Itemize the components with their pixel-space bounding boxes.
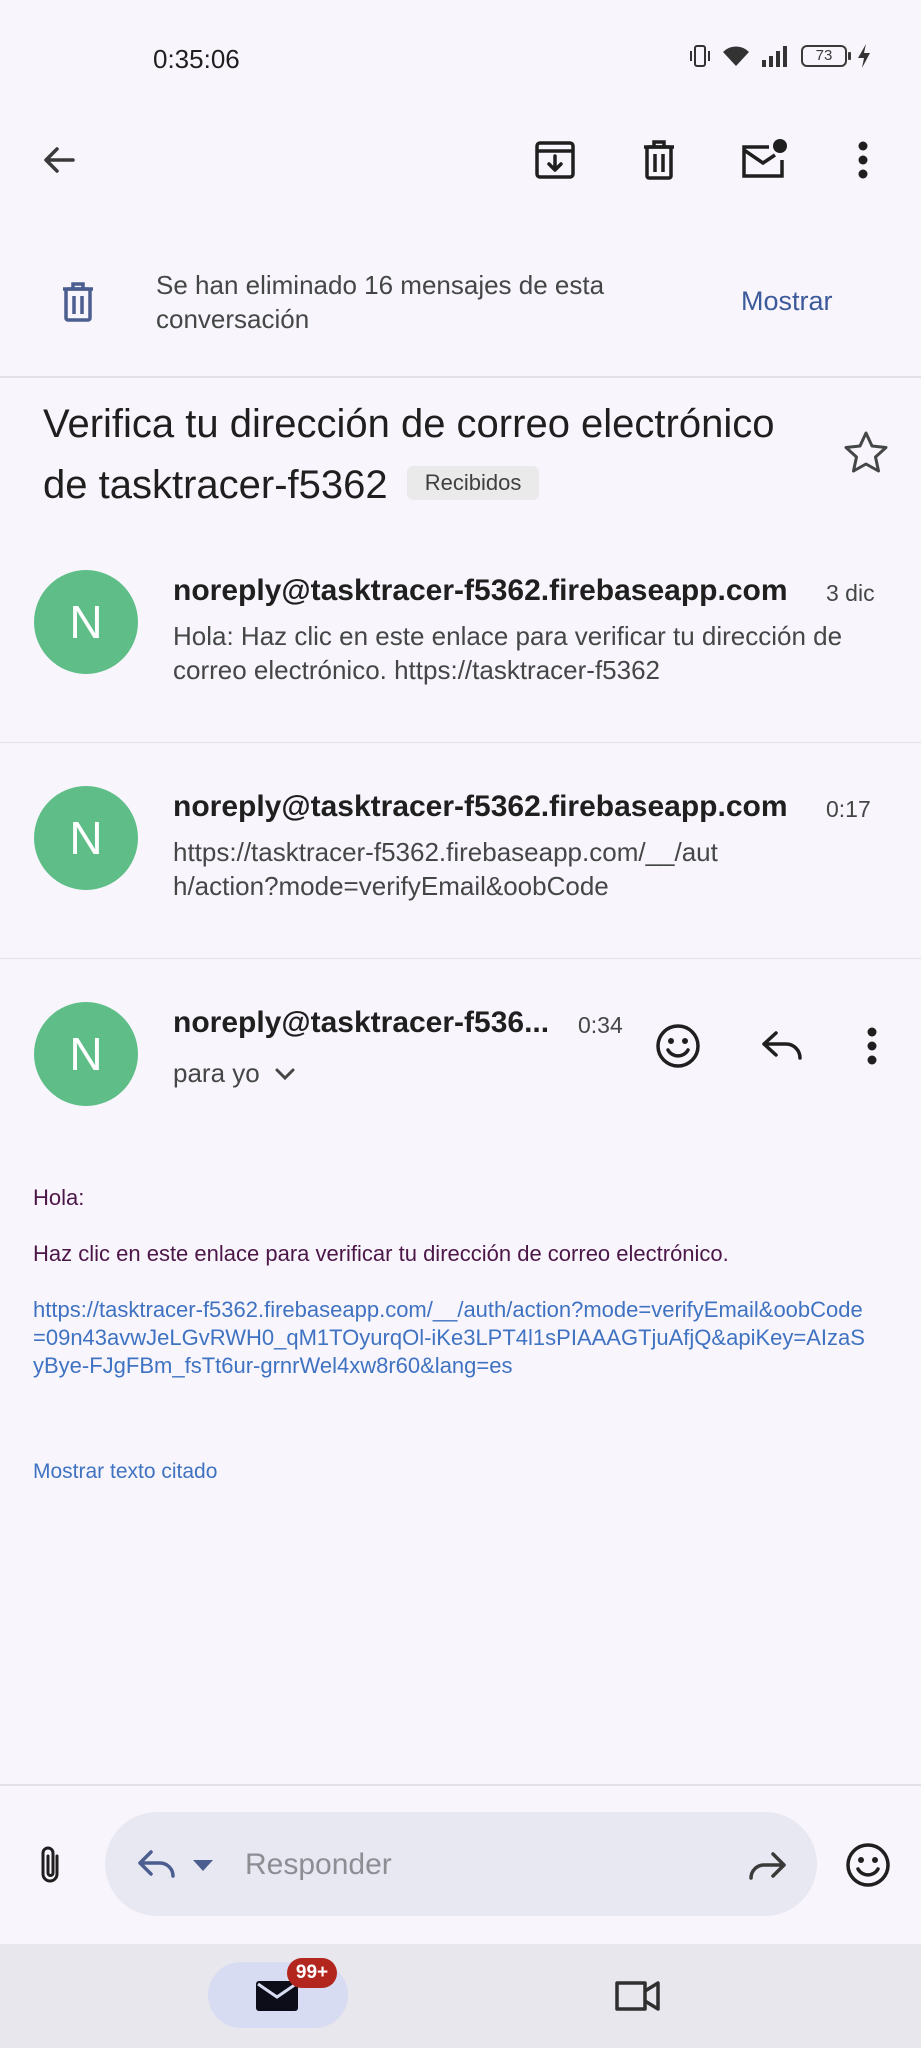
reply-icon xyxy=(138,1850,175,1878)
deleted-messages-notice: Se han eliminado 16 mensajes de esta con… xyxy=(156,270,605,334)
message-snippet: Hola: Haz clic en este enlace para verif… xyxy=(173,621,843,685)
divider xyxy=(0,958,921,959)
sender-name: noreply@tasktracer-f5362.firebaseapp.com xyxy=(173,790,788,823)
verification-link[interactable]: https://tasktracer-f5362.firebaseapp.com… xyxy=(33,1296,873,1380)
delete-button[interactable] xyxy=(629,130,689,190)
trash-icon xyxy=(644,140,674,180)
signal-icon xyxy=(762,46,787,67)
reply-emoji-button[interactable] xyxy=(845,1842,891,1888)
status-time: 0:35:06 xyxy=(153,44,240,74)
battery-indicator: 73 xyxy=(801,45,851,67)
sender-avatar: N xyxy=(34,570,138,674)
more-options-button[interactable] xyxy=(833,130,893,190)
message-more-button[interactable] xyxy=(842,1016,902,1076)
chevron-down-icon xyxy=(275,1068,295,1080)
bottom-navigation xyxy=(0,1944,921,2048)
body-greeting: Hola: xyxy=(33,1185,85,1210)
attach-button[interactable] xyxy=(36,1844,66,1886)
inbox-label-chip[interactable]: Recibidos xyxy=(406,466,540,501)
mark-unread-button[interactable] xyxy=(734,130,794,190)
divider xyxy=(0,742,921,743)
vibrate-icon xyxy=(690,45,710,67)
divider xyxy=(0,1784,921,1786)
video-camera-icon xyxy=(615,1981,660,2011)
archive-icon xyxy=(535,141,575,179)
sender-name: noreply@tasktracer-f536... xyxy=(173,1006,550,1039)
sender-avatar: N xyxy=(34,1002,138,1106)
reply-button[interactable] xyxy=(752,1016,812,1076)
emoji-icon xyxy=(846,1843,890,1887)
attachment-icon xyxy=(41,1846,59,1883)
show-deleted-button[interactable]: Mostrar xyxy=(741,286,833,317)
recipient-details-toggle[interactable]: para yo xyxy=(173,1058,296,1089)
forward-button[interactable] xyxy=(746,1850,788,1884)
reply-placeholder: Responder xyxy=(245,1848,392,1881)
more-vert-icon xyxy=(867,1027,877,1065)
reply-mode-dropdown[interactable] xyxy=(136,1848,214,1882)
unread-count-badge: 99+ xyxy=(287,1958,337,1988)
star-button[interactable] xyxy=(843,430,889,474)
star-icon xyxy=(844,431,888,473)
status-icons: 73 xyxy=(689,44,871,68)
back-button[interactable] xyxy=(29,130,89,190)
body-instruction: Haz clic en este enlace para verificar t… xyxy=(33,1241,729,1266)
emoji-icon xyxy=(656,1024,700,1068)
arrow-back-icon xyxy=(44,147,75,173)
add-reaction-button[interactable] xyxy=(648,1016,708,1076)
divider xyxy=(0,376,921,378)
mail-unread-icon xyxy=(742,139,787,178)
show-quoted-text-link[interactable]: Mostrar texto citado xyxy=(33,1460,217,1484)
reply-icon xyxy=(762,1031,802,1060)
email-subject: Verifica tu dirección de correo electrón… xyxy=(43,394,803,516)
deleted-trash-icon xyxy=(58,280,98,324)
nav-meet-tab[interactable] xyxy=(612,1976,664,2016)
forward-icon xyxy=(749,1852,786,1880)
sender-name: noreply@tasktracer-f5362.firebaseapp.com xyxy=(173,574,788,607)
archive-button[interactable] xyxy=(525,130,585,190)
charging-icon xyxy=(858,44,870,68)
recipient-label: para yo xyxy=(173,1058,260,1088)
sender-avatar: N xyxy=(34,786,138,890)
message-date: 0:17 xyxy=(826,796,871,822)
caret-down-icon xyxy=(193,1860,213,1871)
message-time: 0:34 xyxy=(578,1012,623,1038)
message-date: 3 dic xyxy=(826,580,875,606)
message-snippet: https://tasktracer-f5362.firebaseapp.com… xyxy=(173,837,718,901)
more-vert-icon xyxy=(858,141,868,179)
wifi-icon xyxy=(723,46,749,66)
